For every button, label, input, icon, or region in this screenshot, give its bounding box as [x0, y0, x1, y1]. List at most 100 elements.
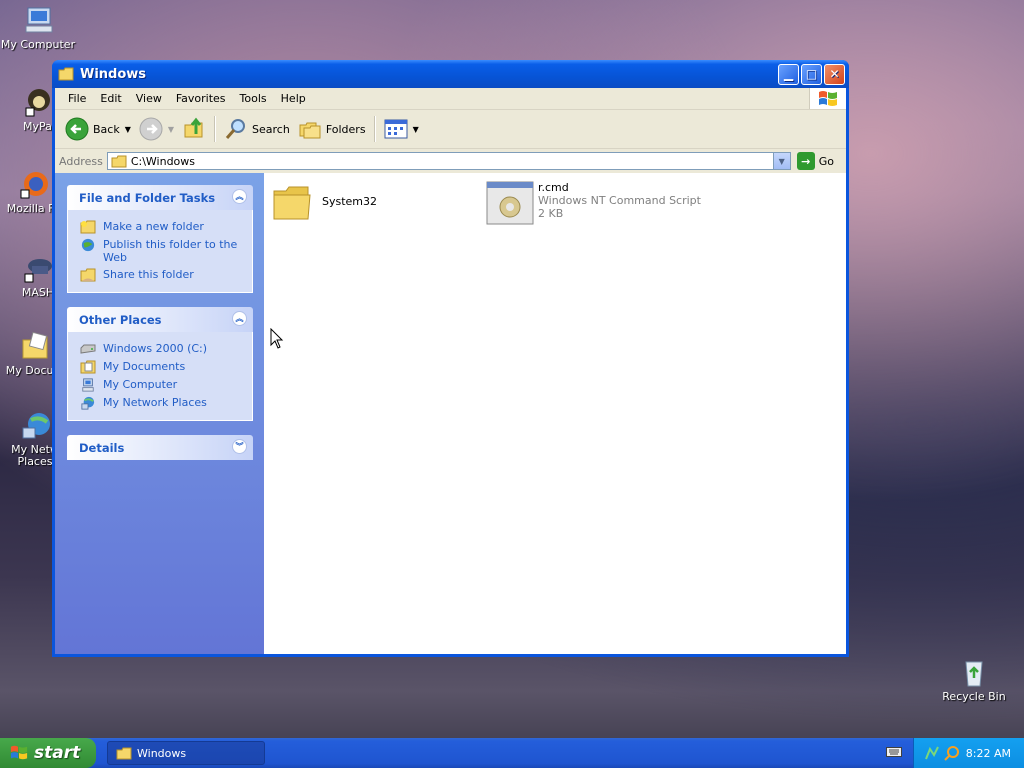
task-pane: File and Folder Tasks ︽ Make a new folde…: [55, 173, 264, 654]
keyboard-icon[interactable]: [886, 746, 902, 758]
panel-body: Windows 2000 (C:) My Documents My Comput…: [67, 332, 253, 421]
menu-favorites[interactable]: Favorites: [169, 92, 233, 105]
menu-tools[interactable]: Tools: [233, 92, 274, 105]
desktop-icon-firefox[interactable]: Mozilla Fir: [0, 168, 52, 220]
toolbar-separator: [214, 116, 217, 142]
place-drive-c[interactable]: Windows 2000 (C:): [80, 342, 242, 356]
file-size: 2 KB: [538, 207, 564, 220]
toolbar-separator: [373, 116, 376, 142]
folders-icon: [299, 122, 321, 139]
file-item-r-cmd[interactable]: r.cmd Windows NT Command Script 2 KB: [486, 181, 701, 225]
desktop-icon-network-places[interactable]: My Netw Places: [0, 410, 52, 476]
share-folder-icon: [80, 268, 96, 282]
folder-icon: [111, 155, 127, 167]
up-folder-button[interactable]: [178, 114, 210, 144]
computer-icon: [82, 378, 94, 392]
search-icon: [225, 119, 246, 139]
desktop-icon-my-documents[interactable]: My Docum: [0, 330, 52, 382]
network-places-icon: [81, 396, 95, 410]
views-button[interactable]: ▼: [380, 114, 423, 144]
maximize-button[interactable]: □: [801, 63, 822, 85]
title-bar[interactable]: Windows ▁ □ ✕: [52, 60, 849, 88]
folders-button[interactable]: Folders: [294, 114, 370, 144]
command-script-icon: [486, 181, 534, 225]
network-places-icon: [19, 410, 51, 442]
panel-header[interactable]: Other Places ︽: [67, 307, 253, 332]
panel-title: Details: [79, 440, 125, 455]
search-button[interactable]: Search: [220, 114, 294, 144]
network-status-icon[interactable]: [924, 745, 940, 761]
minimize-icon: ▁: [783, 67, 794, 81]
desktop-icon-label: MASH: [21, 286, 52, 299]
toolbar: Back ▼ ▼ Search Folders ▼: [55, 110, 846, 149]
menu-view[interactable]: View: [129, 92, 169, 105]
chevron-down-icon[interactable]: ▼: [168, 125, 174, 134]
task-publish-folder[interactable]: Publish this folder to the Web: [80, 238, 242, 264]
place-label: My Network Places: [103, 396, 207, 409]
folder-icon: [273, 186, 311, 220]
chevron-down-icon[interactable]: ▼: [125, 125, 131, 134]
collapse-chevron-icon[interactable]: ︽: [232, 189, 247, 204]
task-make-new-folder[interactable]: Make a new folder: [80, 220, 242, 234]
minimize-button[interactable]: ▁: [778, 63, 799, 85]
place-my-documents[interactable]: My Documents: [80, 360, 242, 374]
task-label: Make a new folder: [103, 220, 204, 233]
desktop-icon-mash[interactable]: MASH: [0, 252, 52, 302]
panel-header[interactable]: File and Folder Tasks ︽: [67, 185, 253, 210]
details-panel: Details ︾: [67, 435, 253, 460]
desktop-icon-label: My Docum: [5, 364, 52, 377]
windows-logo-icon: [10, 745, 28, 760]
up-folder-icon: [184, 117, 203, 138]
globe-icon: [81, 238, 95, 252]
maximize-icon: □: [805, 67, 818, 81]
close-button[interactable]: ✕: [824, 63, 845, 85]
window-title: Windows: [80, 66, 147, 82]
forward-arrow-icon: [139, 117, 163, 141]
folders-label: Folders: [325, 122, 366, 136]
desktop-icon-mypal[interactable]: MyPal: [0, 86, 52, 146]
task-label: Share this folder: [103, 268, 194, 281]
file-name: r.cmd: [538, 181, 569, 194]
file-list: System32 r.cmd Windows NT Command Script…: [264, 173, 846, 654]
forward-button[interactable]: ▼: [135, 114, 178, 144]
windows-logo-icon: [809, 88, 846, 109]
address-dropdown-button[interactable]: ▼: [772, 153, 790, 169]
panel-body: Make a new folder Publish this folder to…: [67, 210, 253, 293]
go-button[interactable]: → Go: [796, 152, 834, 170]
search-label: Search: [252, 122, 290, 136]
place-my-network-places[interactable]: My Network Places: [80, 396, 242, 410]
panel-header[interactable]: Details ︾: [67, 435, 253, 460]
expand-chevron-icon[interactable]: ︾: [232, 439, 247, 454]
search-icon[interactable]: [944, 745, 960, 761]
computer-icon: [22, 4, 54, 36]
address-field[interactable]: C:\Windows ▼: [106, 152, 791, 170]
file-item-system32[interactable]: System32: [272, 183, 377, 223]
desktop-icon-label: Mozilla Fir: [6, 202, 52, 215]
desktop-icon-recycle-bin[interactable]: Recycle Bin: [934, 656, 1014, 703]
task-share-folder[interactable]: Share this folder: [80, 268, 242, 282]
start-button[interactable]: start: [0, 738, 96, 768]
documents-icon: [19, 330, 51, 362]
back-label: Back: [93, 122, 120, 136]
place-label: Windows 2000 (C:): [103, 342, 208, 355]
documents-icon: [80, 360, 96, 374]
menu-file[interactable]: File: [61, 92, 93, 105]
window-body: File Edit View Favorites Tools Help Back…: [55, 88, 846, 654]
taskbar-button-windows[interactable]: Windows: [107, 741, 265, 765]
desktop-icon-my-computer[interactable]: My Computer: [0, 4, 78, 51]
chevron-down-icon[interactable]: ▼: [413, 125, 419, 134]
place-label: My Documents: [103, 360, 186, 373]
collapse-chevron-icon[interactable]: ︽: [232, 311, 247, 326]
content-area: File and Folder Tasks ︽ Make a new folde…: [55, 173, 846, 654]
system-tray: 8:22 AM: [913, 738, 1024, 768]
recycle-bin-icon: [958, 656, 990, 688]
menu-edit[interactable]: Edit: [93, 92, 128, 105]
clock: 8:22 AM: [965, 746, 1011, 760]
desktop-icon-label: My Netw Places: [11, 443, 52, 468]
drive-icon: [80, 344, 96, 354]
place-my-computer[interactable]: My Computer: [80, 378, 242, 392]
mouse-cursor-icon: [270, 328, 284, 349]
new-folder-icon: [80, 220, 96, 234]
back-button[interactable]: Back ▼: [61, 114, 135, 144]
menu-help[interactable]: Help: [274, 92, 313, 105]
